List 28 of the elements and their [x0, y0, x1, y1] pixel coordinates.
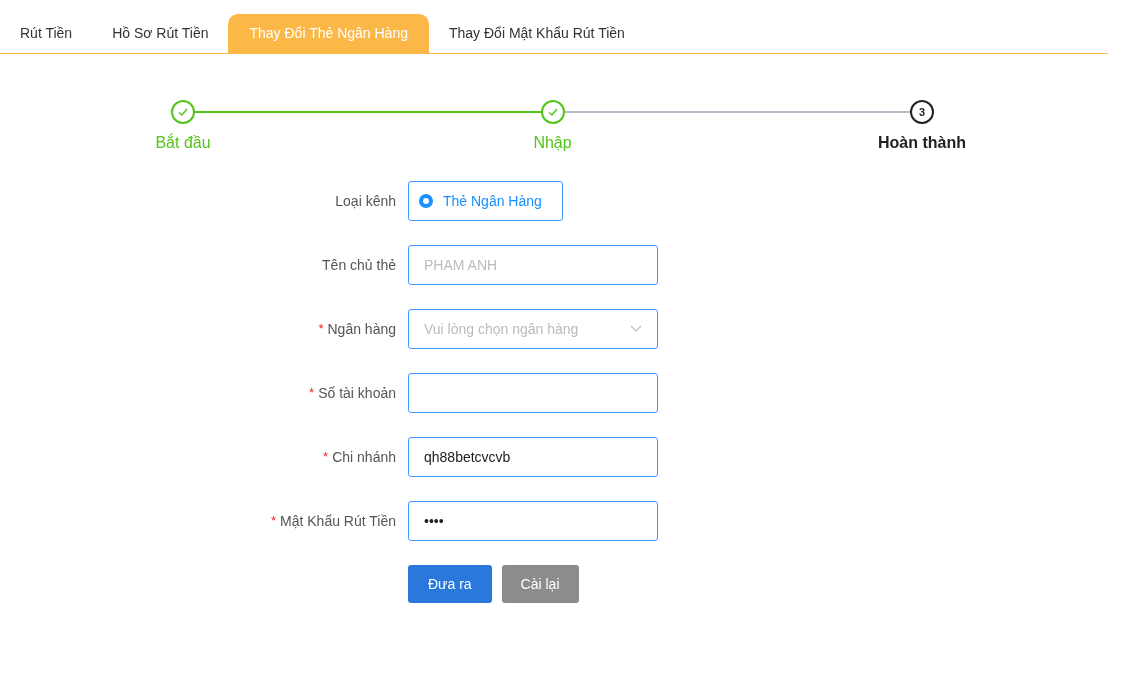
- input-field[interactable]: PHAM ANH: [408, 245, 658, 285]
- radio-button[interactable]: [419, 194, 433, 208]
- input-field[interactable]: qh88betcvcvb: [408, 437, 658, 477]
- radio-label: Thẻ Ngân Hàng: [443, 191, 543, 211]
- field-label: Số tài khoản: [318, 383, 396, 403]
- select-placeholder: Vui lòng chọn ngân hàng: [424, 319, 579, 339]
- field-label: Tên chủ thẻ: [322, 255, 396, 275]
- field-label: Mật Khẩu Rút Tiền: [280, 511, 396, 531]
- chevron-down-icon: [630, 325, 642, 333]
- step-label: Hoàn thành: [878, 133, 966, 153]
- input-field[interactable]: ••••: [408, 501, 658, 541]
- field-label: Loại kênh: [335, 191, 396, 211]
- required-mark: *: [309, 384, 315, 403]
- required-mark: *: [323, 448, 329, 467]
- field-label: Ngân hàng: [327, 319, 396, 339]
- field-label: Chi nhánh: [332, 447, 396, 467]
- tab[interactable]: Hồ Sơ Rút Tiền: [92, 14, 229, 53]
- step-number: 3: [910, 100, 934, 124]
- tab[interactable]: Thay Đổi Mật Khẩu Rút Tiền: [429, 14, 645, 53]
- input-field[interactable]: [408, 373, 658, 413]
- step-label: Nhập: [533, 133, 572, 153]
- submit-button[interactable]: Đưa ra: [408, 565, 492, 603]
- required-mark: *: [271, 512, 277, 531]
- check-icon: [177, 106, 189, 118]
- required-mark: *: [318, 320, 324, 339]
- step-label: Bắt đầu: [155, 132, 211, 153]
- tab[interactable]: Rút Tiền: [0, 14, 93, 53]
- check-icon: [546, 106, 559, 118]
